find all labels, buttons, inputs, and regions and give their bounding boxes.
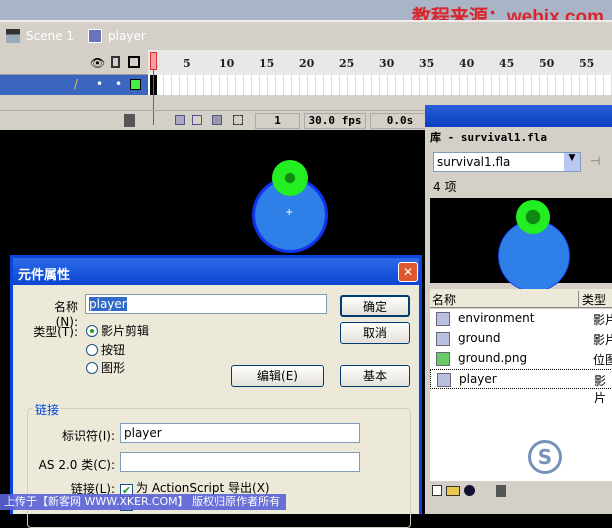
frame-tick: 45 xyxy=(499,57,515,70)
column-type[interactable]: 类型 xyxy=(578,291,606,308)
library-preview xyxy=(430,198,612,292)
radio-movieclip[interactable]: 影片剪辑 xyxy=(86,322,149,339)
frame-tick: 5 xyxy=(183,57,191,70)
logo-watermark: S xyxy=(528,440,562,474)
properties-icon[interactable] xyxy=(464,485,475,496)
type-label: 类型(T): xyxy=(33,325,78,339)
elapsed-time: 0.0s xyxy=(370,113,430,129)
list-item-selected[interactable]: player 影片 xyxy=(430,369,612,405)
frame-ruler[interactable]: 1510152025303540455055 xyxy=(148,50,612,75)
frame-tick: 10 xyxy=(219,57,235,70)
close-button[interactable]: ✕ xyxy=(398,262,418,282)
stage[interactable]: + xyxy=(0,130,425,255)
visible-dot[interactable]: • xyxy=(96,77,103,91)
list-item[interactable]: environment 影片 xyxy=(430,309,612,329)
trash-icon[interactable] xyxy=(124,114,135,127)
preview-head xyxy=(516,200,550,234)
movieclip-icon xyxy=(436,332,450,346)
frame-tick: 35 xyxy=(419,57,435,70)
movieclip-icon xyxy=(437,373,451,387)
pencil-icon: / xyxy=(74,77,79,91)
dialog-title: 元件属性 xyxy=(13,258,419,285)
item-count: 4 项 xyxy=(433,180,457,194)
trash-icon[interactable] xyxy=(496,485,506,497)
frame-tick: 20 xyxy=(299,57,315,70)
outline-icon[interactable] xyxy=(128,56,140,68)
radio-button[interactable]: 按钮 xyxy=(86,341,125,358)
frame-tick: 55 xyxy=(579,57,595,70)
frame-tick: 25 xyxy=(339,57,355,70)
eye-icon[interactable]: 👁 xyxy=(90,56,105,70)
layer-row[interactable]: / • • xyxy=(0,75,148,95)
class-field[interactable] xyxy=(120,452,360,472)
frame-tick: 15 xyxy=(259,57,275,70)
library-dropdown[interactable]: survival1.fla ▼ xyxy=(433,152,581,172)
symbol-properties-dialog: 元件属性 ✕ 名称(N): player 类型(T): 影片剪辑 按钮 图形 确… xyxy=(10,255,422,528)
scene-icon xyxy=(6,29,20,43)
movieclip-icon xyxy=(88,29,103,43)
linkage-group-label: 链接 xyxy=(33,401,62,418)
frame-tick: 50 xyxy=(539,57,555,70)
pin-icon[interactable]: ⊣ xyxy=(590,154,600,168)
library-panel: 库 - survival1.fla survival1.fla ▼ ⊣ 4 项 … xyxy=(425,105,612,514)
registration-point-icon: + xyxy=(285,207,294,218)
library-title[interactable]: 库 - survival1.fla xyxy=(430,129,547,145)
breadcrumb-scene[interactable]: Scene 1 xyxy=(26,29,74,43)
layer-color-icon[interactable] xyxy=(130,79,141,90)
list-item[interactable]: ground.png 位图 xyxy=(430,349,612,369)
current-frame: 1 xyxy=(255,113,300,129)
basic-button[interactable]: 基本 xyxy=(340,365,410,387)
onion-outline-icon[interactable] xyxy=(192,115,202,125)
playhead[interactable] xyxy=(150,52,157,70)
library-list: environment 影片 ground 影片 ground.png 位图 play… xyxy=(430,309,612,481)
new-folder-icon[interactable] xyxy=(446,486,460,496)
movieclip-icon xyxy=(436,312,450,326)
top-bar: 教程来源：webjx.com xyxy=(0,0,612,28)
bitmap-icon xyxy=(436,352,450,366)
cancel-button[interactable]: 取消 xyxy=(340,322,410,344)
lock-dot[interactable]: • xyxy=(115,77,122,91)
list-item[interactable]: ground 影片 xyxy=(430,329,612,349)
breadcrumb-symbol[interactable]: player xyxy=(108,29,146,43)
lock-icon[interactable] xyxy=(111,56,120,68)
ok-button[interactable]: 确定 xyxy=(340,295,410,317)
watermark-bottom: 上传于【新客网 WWW.XKER.COM】 版权归原作者所有 xyxy=(0,494,286,510)
frame-rate[interactable]: 30.0 fps xyxy=(304,113,366,129)
radio-graphic[interactable]: 图形 xyxy=(86,359,125,376)
column-name[interactable]: 名称 xyxy=(432,291,456,308)
edit-multiple-icon[interactable] xyxy=(212,115,222,125)
player-head xyxy=(272,160,308,196)
onion-skin-icon[interactable] xyxy=(175,115,185,125)
breadcrumb: Scene 1 player xyxy=(0,20,612,50)
identifier-label: 标识符(I): xyxy=(62,429,115,443)
frame-tick: 40 xyxy=(459,57,475,70)
edit-button[interactable]: 编辑(E) xyxy=(231,365,324,387)
frame-tick: 30 xyxy=(379,57,395,70)
chevron-down-icon[interactable]: ▼ xyxy=(564,153,580,171)
name-field[interactable]: player xyxy=(85,294,327,314)
identifier-field[interactable]: player xyxy=(120,423,360,443)
frames-area[interactable] xyxy=(148,75,612,95)
class-label: AS 2.0 类(C): xyxy=(38,458,115,472)
new-symbol-icon[interactable] xyxy=(432,485,442,496)
onion-markers-icon[interactable] xyxy=(233,115,243,125)
